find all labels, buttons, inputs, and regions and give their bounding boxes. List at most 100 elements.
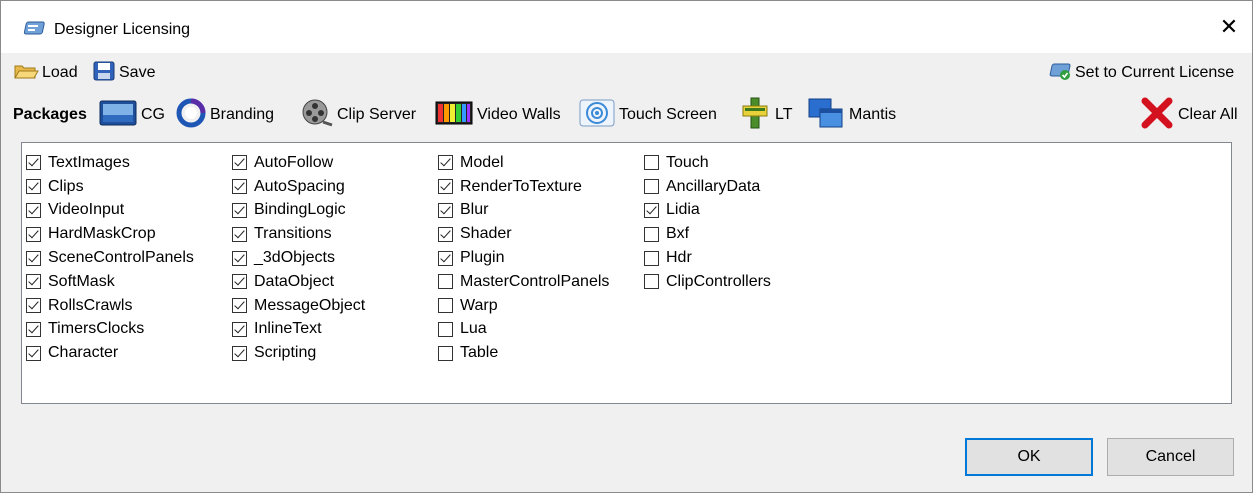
- file-toolbar: Load Save Set to Current License: [1, 56, 1252, 88]
- feature-checkbox[interactable]: [644, 202, 659, 218]
- feature-checkbox[interactable]: [644, 226, 659, 242]
- feature-checkbox-row[interactable]: Hdr: [644, 246, 771, 270]
- package-cg-label: CG: [141, 106, 165, 123]
- feature-checkbox-row[interactable]: Warp: [438, 294, 609, 318]
- feature-checkbox-label: Character: [48, 344, 119, 362]
- feature-checkbox-label: SoftMask: [48, 272, 115, 290]
- feature-checkbox-label: Lidia: [666, 201, 700, 219]
- package-branding-button[interactable]: Branding: [176, 98, 274, 130]
- package-cg-button[interactable]: CG: [99, 100, 165, 130]
- feature-checkbox-row[interactable]: AncillaryData: [644, 175, 771, 199]
- feature-checkbox[interactable]: [232, 202, 247, 218]
- feature-checkbox-row[interactable]: MasterControlPanels: [438, 270, 609, 294]
- feature-checkbox-row[interactable]: Clips: [26, 175, 194, 199]
- feature-checkbox[interactable]: [26, 179, 41, 195]
- feature-checkbox-label: Lua: [460, 320, 487, 338]
- feature-checkbox[interactable]: [26, 226, 41, 242]
- feature-checkbox-row[interactable]: SceneControlPanels: [26, 246, 194, 270]
- package-mantis-button[interactable]: Mantis: [807, 98, 896, 130]
- feature-checkbox-label: Shader: [460, 225, 512, 243]
- close-icon[interactable]: ✕: [1214, 13, 1244, 43]
- designer-licensing-dialog: Designer Licensing ✕ Load Save Set to Cu…: [0, 0, 1253, 493]
- clear-all-label: Clear All: [1178, 106, 1238, 123]
- feature-checkbox[interactable]: [232, 274, 247, 290]
- feature-checkbox-row[interactable]: RenderToTexture: [438, 175, 609, 199]
- feature-checkbox[interactable]: [26, 202, 41, 218]
- feature-checkbox[interactable]: [438, 345, 453, 361]
- feature-checkbox-row[interactable]: Plugin: [438, 246, 609, 270]
- cancel-button[interactable]: Cancel: [1107, 438, 1234, 476]
- feature-checkbox[interactable]: [232, 345, 247, 361]
- feature-checkbox-row[interactable]: Scripting: [232, 341, 365, 365]
- feature-checkbox-label: Model: [460, 153, 504, 171]
- feature-checkbox[interactable]: [438, 202, 453, 218]
- feature-checkbox-row[interactable]: RollsCrawls: [26, 294, 194, 318]
- feature-checkbox[interactable]: [232, 226, 247, 242]
- feature-checkbox[interactable]: [438, 179, 453, 195]
- feature-checkbox-row[interactable]: Blur: [438, 199, 609, 223]
- feature-checkbox[interactable]: [26, 155, 41, 171]
- video-wall-icon: [435, 98, 473, 133]
- feature-checkbox[interactable]: [644, 274, 659, 290]
- feature-checkbox[interactable]: [232, 155, 247, 171]
- set-to-current-license-button[interactable]: Set to Current License: [1046, 61, 1234, 85]
- feature-checkbox[interactable]: [232, 179, 247, 195]
- feature-checkbox-row[interactable]: AutoFollow: [232, 151, 365, 175]
- feature-checkbox-label: Clips: [48, 177, 84, 195]
- feature-checkbox-row[interactable]: SoftMask: [26, 270, 194, 294]
- feature-checkbox-row[interactable]: ClipControllers: [644, 270, 771, 294]
- feature-checkbox-row[interactable]: TimersClocks: [26, 318, 194, 342]
- feature-checkbox-row[interactable]: Transitions: [232, 222, 365, 246]
- feature-checkbox[interactable]: [438, 298, 453, 314]
- feature-checkbox[interactable]: [644, 250, 659, 266]
- load-button[interactable]: Load: [13, 61, 78, 85]
- feature-checkbox-row[interactable]: Character: [26, 341, 194, 365]
- feature-checkbox[interactable]: [26, 321, 41, 337]
- package-clip-server-label: Clip Server: [337, 106, 417, 123]
- feature-checkbox[interactable]: [232, 298, 247, 314]
- feature-checkbox-row[interactable]: DataObject: [232, 270, 365, 294]
- feature-checkbox-row[interactable]: VideoInput: [26, 199, 194, 223]
- clear-all-button[interactable]: Clear All: [1140, 97, 1238, 130]
- feature-checkbox[interactable]: [26, 250, 41, 266]
- feature-checkbox[interactable]: [26, 274, 41, 290]
- features-column-1: TextImages Clips VideoInput HardMaskCrop Sce…: [26, 151, 194, 365]
- feature-checkbox-row[interactable]: Model: [438, 151, 609, 175]
- package-touch-screen-button[interactable]: Touch Screen: [579, 98, 717, 133]
- feature-checkbox-row[interactable]: Lua: [438, 318, 609, 342]
- feature-checkbox[interactable]: [438, 155, 453, 171]
- feature-checkbox-row[interactable]: TextImages: [26, 151, 194, 175]
- feature-checkbox-row[interactable]: Lidia: [644, 199, 771, 223]
- feature-checkbox[interactable]: [26, 298, 41, 314]
- feature-checkbox-row[interactable]: Table: [438, 341, 609, 365]
- features-column-3: Model RenderToTexture Blur Shader Plugin Mast…: [438, 151, 609, 365]
- feature-checkbox-row[interactable]: Shader: [438, 222, 609, 246]
- feature-checkbox-row[interactable]: AutoSpacing: [232, 175, 365, 199]
- feature-checkbox-row[interactable]: MessageObject: [232, 294, 365, 318]
- feature-checkbox-row[interactable]: Bxf: [644, 222, 771, 246]
- feature-checkbox-label: Hdr: [666, 249, 692, 267]
- save-button[interactable]: Save: [92, 61, 155, 85]
- feature-checkbox-row[interactable]: _3dObjects: [232, 246, 365, 270]
- feature-checkbox[interactable]: [232, 250, 247, 266]
- feature-checkbox-label: Touch: [666, 153, 709, 171]
- feature-checkbox[interactable]: [644, 179, 659, 195]
- feature-checkbox-label: BindingLogic: [254, 201, 346, 219]
- feature-checkbox[interactable]: [438, 226, 453, 242]
- package-lt-button[interactable]: LT: [739, 97, 792, 130]
- feature-checkbox[interactable]: [26, 345, 41, 361]
- feature-checkbox-label: Bxf: [666, 225, 690, 243]
- feature-checkbox[interactable]: [438, 250, 453, 266]
- feature-checkbox-row[interactable]: Touch: [644, 151, 771, 175]
- feature-checkbox-row[interactable]: HardMaskCrop: [26, 222, 194, 246]
- feature-checkbox[interactable]: [438, 321, 453, 337]
- feature-checkbox[interactable]: [644, 155, 659, 171]
- feature-checkbox[interactable]: [438, 274, 453, 290]
- package-clip-server-button[interactable]: Clip Server: [301, 99, 417, 130]
- ok-button[interactable]: OK: [965, 438, 1093, 476]
- package-video-walls-button[interactable]: Video Walls: [435, 100, 561, 130]
- touch-target-icon: [579, 98, 615, 133]
- feature-checkbox[interactable]: [232, 321, 247, 337]
- feature-checkbox-row[interactable]: BindingLogic: [232, 199, 365, 223]
- feature-checkbox-row[interactable]: InlineText: [232, 318, 365, 342]
